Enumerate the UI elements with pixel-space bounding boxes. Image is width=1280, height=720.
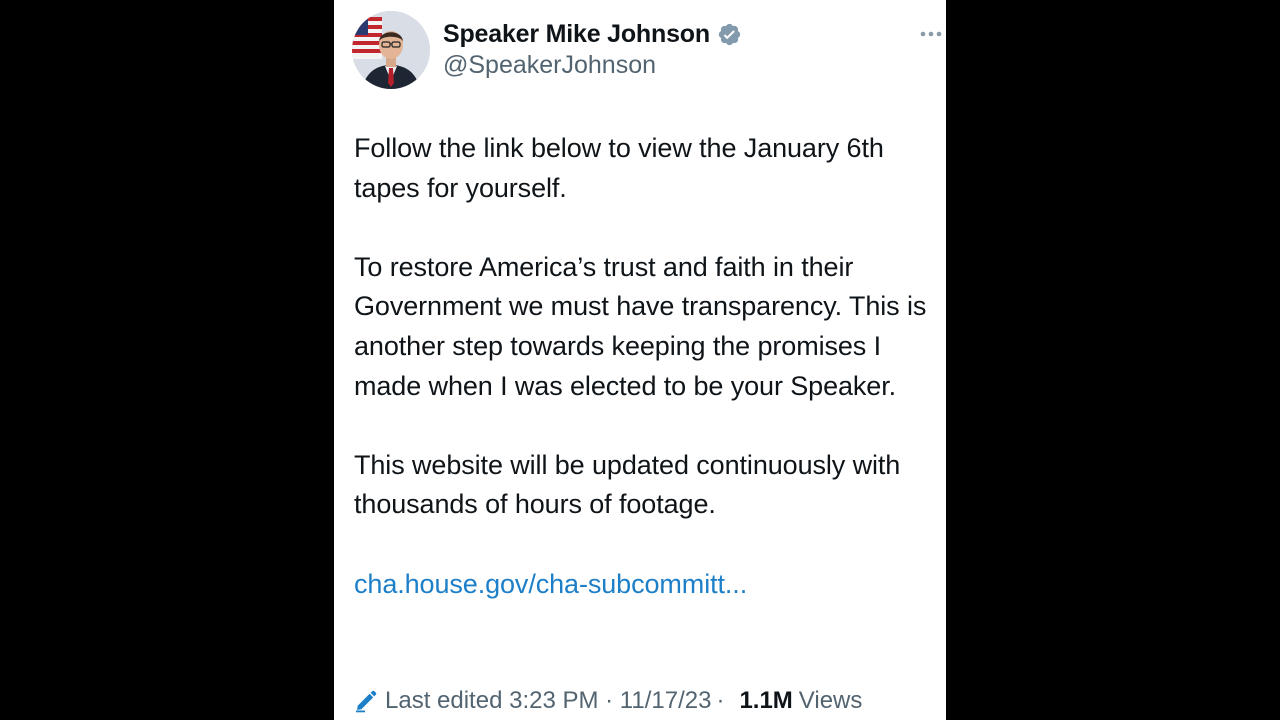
tweet-paragraph: To restore America’s trust and faith in … — [354, 251, 927, 401]
author-display-name[interactable]: Speaker Mike Johnson — [443, 20, 710, 49]
video-frame: Speaker Mike Johnson @SpeakerJohnson Fol… — [0, 0, 1280, 720]
meta-separator: · — [716, 687, 725, 714]
views-label: Views — [798, 687, 863, 714]
avatar-image — [352, 11, 430, 89]
author-name-row: Speaker Mike Johnson — [443, 17, 742, 51]
more-options-icon[interactable] — [918, 22, 946, 46]
tweet-card: Speaker Mike Johnson @SpeakerJohnson Fol… — [334, 0, 946, 720]
author-handle[interactable]: @SpeakerJohnson — [443, 51, 656, 80]
tweet-external-link[interactable]: cha.house.gov/cha-subcommitt... — [354, 569, 747, 599]
tweet-paragraph: This website will be updated continuousl… — [354, 449, 901, 520]
pencil-edit-icon — [354, 689, 378, 713]
avatar[interactable] — [352, 11, 430, 89]
tweet-text: Follow the link below to view the Januar… — [354, 129, 939, 644]
tweet-paragraph: Follow the link below to view the Januar… — [354, 133, 884, 203]
tweet-meta: Last edited 3:23 PM · 11/17/23 · 1.1M Vi… — [354, 683, 862, 719]
last-edited-label[interactable]: Last edited 3:23 PM · 11/17/23 — [385, 687, 711, 715]
views-count: 1.1M — [739, 687, 793, 714]
verified-badge-icon — [717, 22, 742, 47]
